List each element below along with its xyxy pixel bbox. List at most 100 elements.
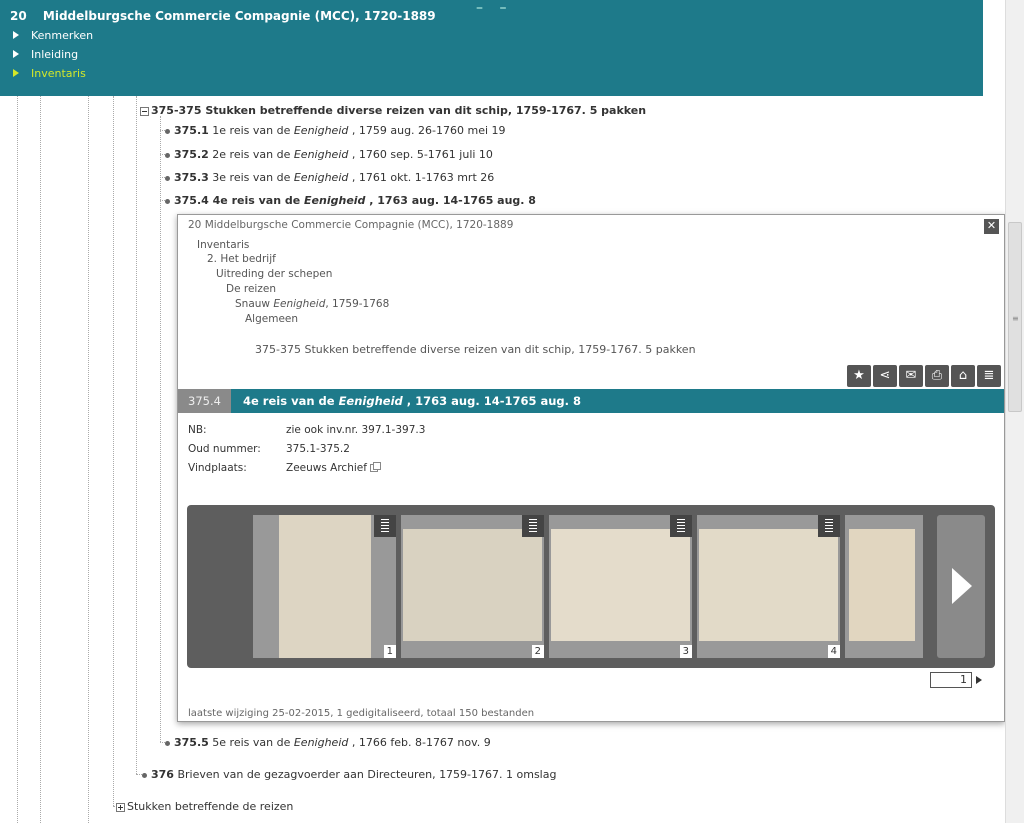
item-number: 375.1 bbox=[174, 124, 209, 137]
collapse-icon[interactable] bbox=[140, 106, 149, 116]
expand-icon[interactable] bbox=[116, 802, 125, 812]
record-title: 4e reis van de Eenigheid , 1763 aug. 14-… bbox=[243, 389, 581, 413]
breadcrumb-3[interactable]: Uitreding der schepen bbox=[216, 268, 332, 280]
detail-popup: ✕ 20 Middelburgsche Commercie Compagnie … bbox=[177, 214, 1005, 722]
ship-name: Eenigheid bbox=[338, 394, 403, 408]
item-date: , 1761 okt. 1-1763 mrt 26 bbox=[348, 171, 495, 184]
ship-name: Eenigheid bbox=[293, 124, 349, 137]
vindplaats-link[interactable]: Zeeuws Archief bbox=[286, 462, 367, 474]
expand-triangle-icon bbox=[13, 31, 19, 39]
tree-item-375-2[interactable]: 375.2 2e reis van de Eenigheid , 1760 se… bbox=[165, 148, 493, 161]
item-number: 375.3 bbox=[174, 171, 209, 184]
document-icon[interactable]: ≣ bbox=[977, 365, 1001, 387]
ship-name: Eenigheid bbox=[293, 148, 349, 161]
ship-name: Eenigheid bbox=[304, 194, 366, 207]
scan-image bbox=[403, 529, 542, 641]
window-handle[interactable]: – – bbox=[476, 0, 512, 16]
field-label-oud-nummer: Oud nummer: bbox=[188, 443, 261, 455]
item-text: 1e reis van de bbox=[212, 124, 294, 137]
pin-icon[interactable]: ★ bbox=[847, 365, 871, 387]
ship-name: Eenigheid bbox=[273, 298, 326, 310]
next-page-icon[interactable] bbox=[976, 676, 982, 684]
breadcrumb-5[interactable]: Snauw Eenigheid, 1759-1768 bbox=[235, 298, 389, 310]
thumbnail-number: 4 bbox=[827, 645, 840, 658]
bullet-icon bbox=[165, 152, 170, 158]
archive-title-text: Middelburgsche Commercie Compagnie (MCC)… bbox=[42, 9, 436, 23]
ship-name: Eenigheid bbox=[293, 736, 349, 749]
tree-line bbox=[136, 96, 137, 774]
field-value-vindplaats[interactable]: Zeeuws Archief bbox=[286, 462, 381, 474]
thumbnail-4[interactable]: 4 bbox=[697, 515, 840, 658]
nav-label: Inleiding bbox=[31, 48, 79, 61]
archive-number: 20 bbox=[10, 9, 27, 23]
tree-group-title: Stukken betreffende de reizen bbox=[127, 800, 294, 813]
tree-item-375-1[interactable]: 375.1 1e reis van de Eenigheid , 1759 au… bbox=[165, 124, 506, 137]
item-date: , 1759 aug. 26-1760 mei 19 bbox=[348, 124, 506, 137]
scan-image bbox=[551, 529, 690, 641]
tree-line bbox=[160, 116, 161, 742]
tree-line bbox=[88, 96, 89, 823]
ship-name: Eenigheid bbox=[293, 171, 349, 184]
breadcrumb-1[interactable]: Inventaris bbox=[197, 239, 249, 251]
tree-group-reizen[interactable]: Stukken betreffende de reizen bbox=[116, 800, 293, 813]
nav-inventaris[interactable]: Inventaris bbox=[13, 67, 86, 80]
scrollbar[interactable]: ≡ bbox=[1005, 0, 1024, 823]
breadcrumb-6[interactable]: Algemeen bbox=[245, 313, 298, 325]
tree-item-375-5[interactable]: 375.5 5e reis van de Eenigheid , 1766 fe… bbox=[165, 736, 491, 749]
nav-inleiding[interactable]: Inleiding bbox=[13, 48, 78, 61]
item-number: 375.5 bbox=[174, 736, 209, 749]
scan-image bbox=[699, 529, 838, 641]
page-number-input[interactable]: 1 bbox=[930, 672, 972, 688]
record-index: 375.4 bbox=[178, 389, 231, 413]
archive-title: 20 Middelburgsche Commercie Compagnie (M… bbox=[10, 9, 436, 23]
mail-icon[interactable]: ✉ bbox=[899, 365, 923, 387]
item-text: Brieven van de gezagvoerder aan Directeu… bbox=[177, 768, 557, 781]
thumbnail-2[interactable]: 2 bbox=[401, 515, 544, 658]
document-icon[interactable] bbox=[818, 515, 840, 537]
print-icon[interactable]: ⎙ bbox=[925, 365, 949, 387]
document-icon[interactable] bbox=[522, 515, 544, 537]
thumbnail-number: 2 bbox=[531, 645, 544, 658]
bullet-icon bbox=[165, 198, 170, 204]
tree-group-375[interactable]: 375-375 Stukken betreffende diverse reiz… bbox=[140, 104, 646, 117]
museum-icon[interactable]: ⌂ bbox=[951, 365, 975, 387]
record-title-text: 4e reis van de bbox=[243, 394, 339, 408]
field-label-vindplaats: Vindplaats: bbox=[188, 462, 247, 474]
crumb-text: , 1759-1768 bbox=[325, 298, 390, 310]
tree-item-375-4[interactable]: 375.4 4e reis van de Eenigheid , 1763 au… bbox=[165, 194, 536, 207]
document-icon[interactable] bbox=[670, 515, 692, 537]
tree-group-title: 375-375 Stukken betreffende diverse reiz… bbox=[151, 104, 647, 117]
tree-line bbox=[113, 96, 114, 806]
document-icon[interactable] bbox=[374, 515, 396, 537]
close-button[interactable]: ✕ bbox=[984, 219, 999, 234]
item-text: 3e reis van de bbox=[212, 171, 294, 184]
tree-item-376[interactable]: 376 Brieven van de gezagvoerder aan Dire… bbox=[142, 768, 556, 781]
scan-image bbox=[849, 529, 915, 641]
item-date: , 1766 feb. 8-1767 nov. 9 bbox=[348, 736, 491, 749]
thumbnail-3[interactable]: 3 bbox=[549, 515, 692, 658]
carousel-next-button[interactable] bbox=[937, 515, 985, 658]
nav-kenmerken[interactable]: Kenmerken bbox=[13, 29, 93, 42]
field-label-nb: NB: bbox=[188, 424, 207, 436]
tree-line bbox=[17, 96, 18, 823]
thumbnail-1[interactable]: 1 bbox=[253, 515, 396, 658]
item-text: 4e reis van de bbox=[212, 194, 305, 207]
breadcrumb-4[interactable]: De reizen bbox=[226, 283, 276, 295]
thumbnail-5[interactable] bbox=[845, 515, 923, 658]
record-date: , 1763 aug. 14-1765 aug. 8 bbox=[402, 394, 582, 408]
popup-group-title: 375-375 Stukken betreffende diverse reiz… bbox=[255, 343, 696, 356]
grip-icon: ≡ bbox=[1012, 314, 1019, 323]
scrollbar-thumb[interactable]: ≡ bbox=[1008, 222, 1022, 412]
item-number: 375.4 bbox=[174, 194, 209, 207]
share-icon[interactable]: ⋖ bbox=[873, 365, 897, 387]
nav-label: Kenmerken bbox=[31, 29, 94, 42]
item-number: 376 bbox=[151, 768, 174, 781]
breadcrumb-2[interactable]: 2. Het bedrijf bbox=[207, 253, 276, 265]
thumbnail-carousel: 1 2 3 4 bbox=[187, 505, 995, 668]
item-date: , 1763 aug. 14-1765 aug. 8 bbox=[365, 194, 536, 207]
archive-header: – – 20 Middelburgsche Commercie Compagni… bbox=[0, 0, 983, 96]
crumb-text: Snauw bbox=[235, 298, 274, 310]
item-number: 375.2 bbox=[174, 148, 209, 161]
tree-item-375-3[interactable]: 375.3 3e reis van de Eenigheid , 1761 ok… bbox=[165, 171, 494, 184]
thumbnail-number: 3 bbox=[679, 645, 692, 658]
